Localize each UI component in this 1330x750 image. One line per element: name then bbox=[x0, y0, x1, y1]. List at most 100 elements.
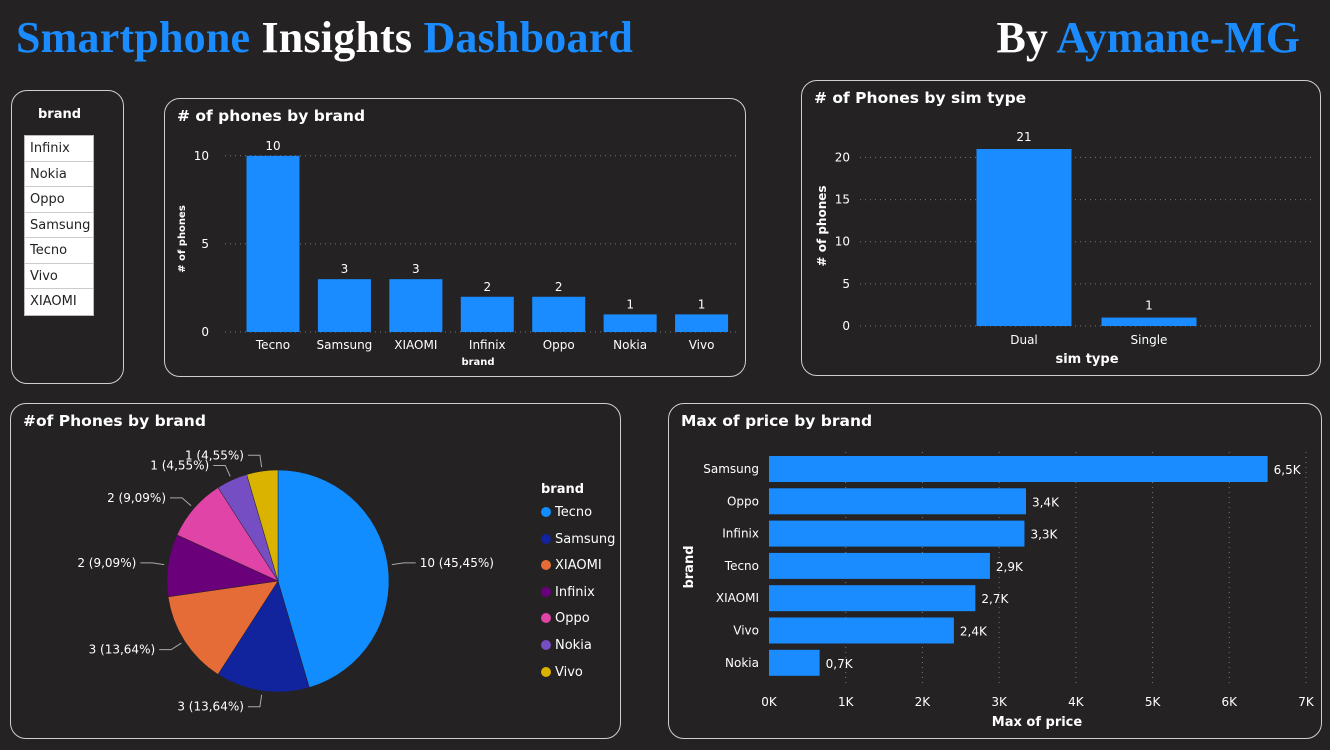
x-tick-label: 5K bbox=[1145, 695, 1162, 709]
x-tick-label-samsung: Samsung bbox=[317, 338, 373, 352]
data-label-tecno: 2,9K bbox=[996, 560, 1024, 574]
bar-samsung bbox=[317, 279, 371, 332]
data-label-nokia: 1 bbox=[626, 297, 634, 311]
data-label-samsung: 3 bbox=[341, 262, 349, 276]
bar-tecno bbox=[769, 552, 990, 579]
y-axis-label: brand bbox=[682, 545, 697, 588]
author-name: Aymane-MG bbox=[1056, 13, 1300, 62]
data-label-samsung: 6,5K bbox=[1274, 463, 1302, 477]
bar-oppo bbox=[532, 296, 586, 332]
legend-item-vivo[interactable]: Vivo bbox=[541, 665, 583, 680]
phones-by-brand-panel: # of phones by brand 0 5 10 10 Tecno 3 Samsung… bbox=[164, 98, 746, 377]
x-tick-label-oppo: Oppo bbox=[543, 338, 575, 352]
bar-infinix bbox=[460, 296, 514, 332]
y-tick-label: 0 bbox=[842, 319, 850, 333]
bar-vivo bbox=[675, 314, 729, 332]
slicer-item-vivo[interactable]: Vivo bbox=[25, 264, 93, 289]
slicer-item-xiaomi[interactable]: XIAOMI bbox=[25, 289, 93, 315]
x-tick-label: 6K bbox=[1222, 695, 1239, 709]
bar-nokia bbox=[603, 314, 657, 332]
slicer-item-nokia[interactable]: Nokia bbox=[25, 162, 93, 187]
y-tick-label-xiaomi: XIAOMI bbox=[716, 591, 759, 605]
author-prefix: By bbox=[996, 13, 1048, 62]
title-part-dashboard: Dashboard bbox=[423, 13, 634, 62]
legend-item-samsung[interactable]: Samsung bbox=[541, 532, 615, 547]
phones-pie-panel: #of Phones by brand 10 (45,45%) 3 (13,64%… bbox=[10, 403, 621, 739]
slicer-item-oppo[interactable]: Oppo bbox=[25, 187, 93, 213]
phones-by-brand-chart: 0 5 10 10 Tecno 3 Samsung 3 XIAOMI 2 Infinix 2 Oppo 1… bbox=[177, 139, 740, 368]
legend-item-xiaomi[interactable]: XIAOMI bbox=[541, 558, 602, 573]
x-axis-label: brand bbox=[461, 357, 494, 368]
author-credit: By Aymane-MG bbox=[996, 12, 1300, 63]
phones-by-sim-panel: # of Phones by sim type 0 5 10 15 20 21 Dual 1 S… bbox=[801, 80, 1321, 376]
legend-marker-oppo bbox=[541, 613, 551, 624]
data-label-xiaomi: 3 bbox=[412, 262, 420, 276]
legend-item-oppo[interactable]: Oppo bbox=[541, 611, 590, 626]
legend-label-vivo: Vivo bbox=[555, 664, 583, 680]
x-tick-label: 2K bbox=[915, 695, 932, 709]
y-tick-label: 0 bbox=[201, 325, 209, 339]
legend-label-samsung: Samsung bbox=[555, 531, 616, 547]
data-label-samsung: 3 (13,64%) bbox=[177, 700, 244, 714]
data-label-tecno: 10 (45,45%) bbox=[420, 556, 494, 570]
x-axis-label: sim type bbox=[1055, 352, 1118, 367]
bar-samsung bbox=[769, 456, 1268, 482]
dashboard-title: Smartphone Insights Dashboard bbox=[16, 12, 633, 63]
legend-marker-nokia bbox=[541, 640, 551, 650]
leader-line-samsung bbox=[247, 694, 263, 708]
legend-label-nokia: Nokia bbox=[555, 638, 592, 653]
data-label-oppo: 2 bbox=[555, 280, 563, 294]
leader-line-oppo bbox=[170, 497, 192, 507]
legend-item-nokia[interactable]: Nokia bbox=[541, 638, 592, 653]
x-tick-label-dual: Dual bbox=[1010, 333, 1038, 347]
x-axis-label: Max of price bbox=[992, 715, 1083, 730]
y-tick-label: 10 bbox=[194, 149, 209, 163]
legend-marker-vivo bbox=[541, 666, 551, 677]
leader-line-xiaomi bbox=[159, 642, 182, 651]
y-tick-label: 5 bbox=[842, 277, 850, 291]
leader-line-tecno bbox=[391, 562, 416, 566]
bar-xiaomi bbox=[389, 279, 443, 332]
max-price-chart: 0K 1K 2K 3K 4K 5K 6K 7K Samsung 6,5K Oppo 3,4K Infin… bbox=[682, 452, 1315, 730]
y-tick-label: 10 bbox=[835, 235, 850, 249]
data-label-xiaomi: 3 (13,64%) bbox=[89, 643, 156, 657]
bar-vivo bbox=[769, 617, 954, 644]
data-label-infinix: 2 (9,09%) bbox=[77, 556, 136, 570]
slicer-item-tecno[interactable]: Tecno bbox=[25, 238, 93, 264]
leader-line-nokia bbox=[213, 464, 231, 477]
x-tick-label-vivo: Vivo bbox=[689, 338, 715, 352]
data-label-tecno: 10 bbox=[265, 139, 280, 153]
y-tick-label-vivo: Vivo bbox=[733, 624, 759, 638]
title-part-smartphone: Smartphone bbox=[16, 13, 251, 62]
data-label-oppo: 2 (9,09%) bbox=[107, 491, 166, 505]
data-label-dual: 21 bbox=[1016, 130, 1031, 144]
data-label-vivo: 1 (4,55%) bbox=[185, 448, 244, 462]
brand-slicer-panel: brand Infinix Nokia Oppo Samsung Tecno V… bbox=[11, 90, 124, 384]
legend-item-tecno[interactable]: Tecno bbox=[541, 505, 592, 520]
legend-item-infinix[interactable]: Infinix bbox=[541, 585, 595, 600]
title-part-insights: Insights bbox=[261, 13, 413, 62]
phones-by-sim-chart: 0 5 10 15 20 21 Dual 1 Single sim type # of phones bbox=[815, 130, 1314, 367]
data-label-nokia: 0,7K bbox=[826, 657, 854, 671]
legend-label-xiaomi: XIAOMI bbox=[555, 558, 602, 574]
slicer-title: brand bbox=[38, 107, 82, 122]
slicer-list: Infinix Nokia Oppo Samsung Tecno Vivo XI… bbox=[24, 135, 94, 316]
data-label-single: 1 bbox=[1145, 299, 1153, 313]
x-tick-label: 4K bbox=[1068, 695, 1085, 709]
y-tick-label-infinix: Infinix bbox=[722, 527, 759, 541]
data-label-vivo: 1 bbox=[698, 297, 706, 311]
x-tick-label-xiaomi: XIAOMI bbox=[394, 338, 437, 352]
x-tick-label-tecno: Tecno bbox=[255, 338, 290, 352]
legend-marker-samsung bbox=[541, 533, 551, 544]
max-price-panel: Max of price by brand 0K 1K 2K 3K 4K 5K 6K 7K Sa… bbox=[668, 403, 1322, 739]
bar-single bbox=[1101, 317, 1197, 326]
x-tick-label: 1K bbox=[838, 695, 855, 709]
bar-dual bbox=[976, 149, 1072, 326]
leader-line-vivo bbox=[247, 454, 263, 468]
data-label-vivo: 2,4K bbox=[960, 625, 988, 639]
y-tick-label-nokia: Nokia bbox=[725, 656, 759, 670]
slicer-item-samsung[interactable]: Samsung bbox=[25, 213, 93, 238]
leader-line-infinix bbox=[140, 562, 165, 566]
legend-label-tecno: Tecno bbox=[555, 505, 593, 520]
slicer-item-infinix[interactable]: Infinix bbox=[25, 136, 93, 162]
